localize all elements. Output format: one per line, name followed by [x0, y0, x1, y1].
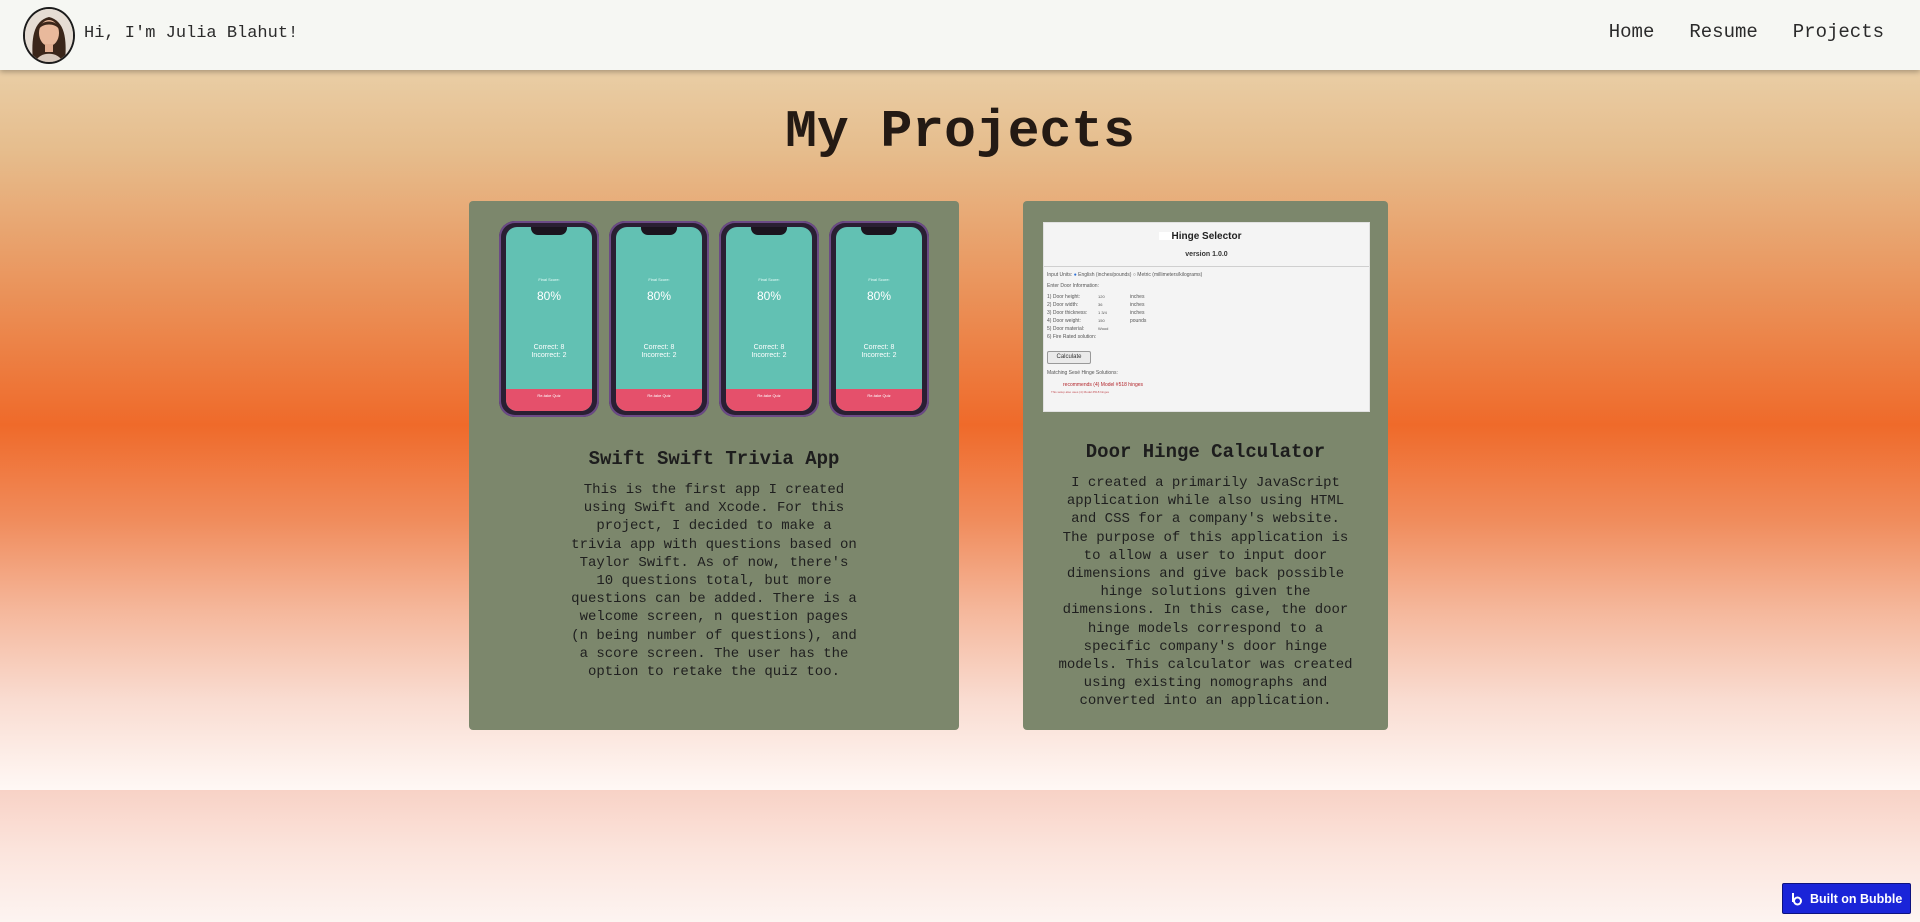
- field-unit: inches: [1130, 302, 1145, 308]
- nav-link-home[interactable]: Home: [1609, 21, 1655, 43]
- calculate-button: Calculate: [1047, 351, 1091, 364]
- score-heading: Final Score:: [538, 277, 560, 282]
- field-label: 5) Door material:: [1047, 326, 1085, 332]
- field-value: 36: [1098, 302, 1103, 307]
- english-option: English (inches/pounds): [1078, 272, 1132, 278]
- matching-label: Matching Sesé Hinge Solutions:: [1047, 370, 1118, 376]
- phone-screen: Final Score: 80% Correct: 8 Incorrect: 2…: [506, 227, 592, 411]
- phone-screen: Final Score: 80% Correct: 8 Incorrect: 2…: [836, 227, 922, 411]
- hinge-selector-title: Hinge Selector: [1171, 231, 1242, 242]
- recommendation-note: This setup also uses (4) Model #518 hing…: [1051, 390, 1110, 394]
- units-row: Input Units: ● English (inches/pounds) ○…: [1047, 272, 1202, 278]
- metric-option: Metric (millimeters/kilograms): [1137, 272, 1203, 278]
- incorrect-count: Incorrect: 2: [861, 352, 897, 359]
- footer-area: [0, 790, 1920, 922]
- field-label: 2) Door width:: [1047, 302, 1079, 308]
- retake-quiz-button: Re-take Quiz: [506, 389, 592, 411]
- enter-info-label: Enter Door Information:: [1047, 283, 1099, 289]
- score-results: Correct: 8 Incorrect: 2: [726, 344, 812, 360]
- project-card-trivia: Final Score: 80% Correct: 8 Incorrect: 2…: [469, 201, 959, 730]
- avatar[interactable]: [23, 7, 75, 64]
- built-on-bubble-badge[interactable]: Built on Bubble: [1782, 883, 1911, 914]
- phone-mockup: Final Score: 80% Correct: 8 Incorrect: 2…: [829, 221, 929, 417]
- field-label: 6) Fire Rated solution:: [1047, 334, 1097, 340]
- field-label: 1) Door height:: [1047, 294, 1081, 300]
- project-title: Swift Swift Trivia App: [588, 448, 840, 470]
- score-heading: Final Score:: [758, 277, 780, 282]
- site-greeting: Hi, I'm Julia Blahut!: [84, 24, 299, 43]
- page-title: My Projects: [785, 102, 1135, 162]
- phone-notch: [531, 227, 567, 235]
- project-description: I created a primarily JavaScript applica…: [1058, 475, 1353, 710]
- avatar-portrait-image: [25, 9, 73, 62]
- score-percent: 80%: [866, 289, 892, 303]
- site-header: Hi, I'm Julia Blahut! Home Resume Projec…: [0, 0, 1920, 70]
- main-nav: Home Resume Projects: [1609, 21, 1884, 43]
- score-heading: Final Score:: [648, 277, 670, 282]
- project-card-hinge: Hinge Selector version 1.0.0 Input Units…: [1023, 201, 1388, 730]
- field-value: 120: [1098, 294, 1105, 299]
- phone-notch: [751, 227, 787, 235]
- score-results: Correct: 8 Incorrect: 2: [836, 344, 922, 360]
- retake-quiz-button: Re-take Quiz: [726, 389, 812, 411]
- field-value: Wood: [1098, 326, 1109, 331]
- phone-mockup: Final Score: 80% Correct: 8 Incorrect: 2…: [719, 221, 819, 417]
- correct-count: Correct: 8: [863, 344, 895, 351]
- phone-notch: [861, 227, 897, 235]
- score-results: Correct: 8 Incorrect: 2: [616, 344, 702, 360]
- score-percent: 80%: [756, 289, 782, 303]
- nav-link-resume[interactable]: Resume: [1689, 21, 1757, 43]
- project-description: This is the first app I created using Sw…: [571, 482, 857, 681]
- correct-count: Correct: 8: [643, 344, 675, 351]
- phone-notch: [641, 227, 677, 235]
- units-label: Input Units:: [1047, 272, 1073, 278]
- nav-link-projects[interactable]: Projects: [1793, 21, 1884, 43]
- hinge-version: version 1.0.0: [1185, 251, 1228, 258]
- phone-screen: Final Score: 80% Correct: 8 Incorrect: 2…: [726, 227, 812, 411]
- score-percent: 80%: [646, 289, 672, 303]
- badge-label: Built on Bubble: [1810, 891, 1903, 906]
- correct-count: Correct: 8: [753, 344, 785, 351]
- radio-icon: ○: [1132, 272, 1136, 278]
- retake-quiz-button: Re-take Quiz: [836, 389, 922, 411]
- score-percent: 80%: [536, 289, 562, 303]
- field-unit: inches: [1130, 294, 1145, 300]
- bubble-logo-icon: [1792, 892, 1802, 905]
- field-unit: pounds: [1130, 318, 1147, 324]
- correct-count: Correct: 8: [533, 344, 565, 351]
- hinge-calculator-screenshot[interactable]: Hinge Selector version 1.0.0 Input Units…: [1043, 222, 1370, 412]
- incorrect-count: Incorrect: 2: [641, 352, 677, 359]
- field-unit: inches: [1130, 310, 1145, 316]
- field-value: 1 3/4: [1098, 310, 1107, 315]
- radio-selected-icon: ●: [1073, 272, 1077, 278]
- field-label: 4) Door weight:: [1047, 318, 1081, 324]
- phone-screen: Final Score: 80% Correct: 8 Incorrect: 2…: [616, 227, 702, 411]
- score-heading: Final Score:: [868, 277, 890, 282]
- incorrect-count: Incorrect: 2: [531, 352, 567, 359]
- phone-mockup: Final Score: 80% Correct: 8 Incorrect: 2…: [499, 221, 599, 417]
- recommendation-text: recommends (4) Model #518 hinges: [1063, 382, 1144, 388]
- phone-mockup: Final Score: 80% Correct: 8 Incorrect: 2…: [609, 221, 709, 417]
- trivia-app-screenshots[interactable]: Final Score: 80% Correct: 8 Incorrect: 2…: [499, 221, 929, 417]
- incorrect-count: Incorrect: 2: [751, 352, 787, 359]
- field-label: 3) Door thickness:: [1047, 310, 1088, 316]
- project-title: Door Hinge Calculator: [1085, 441, 1326, 463]
- divider: [1044, 266, 1369, 267]
- field-value: 150: [1098, 318, 1105, 323]
- retake-quiz-button: Re-take Quiz: [616, 389, 702, 411]
- score-results: Correct: 8 Incorrect: 2: [506, 344, 592, 360]
